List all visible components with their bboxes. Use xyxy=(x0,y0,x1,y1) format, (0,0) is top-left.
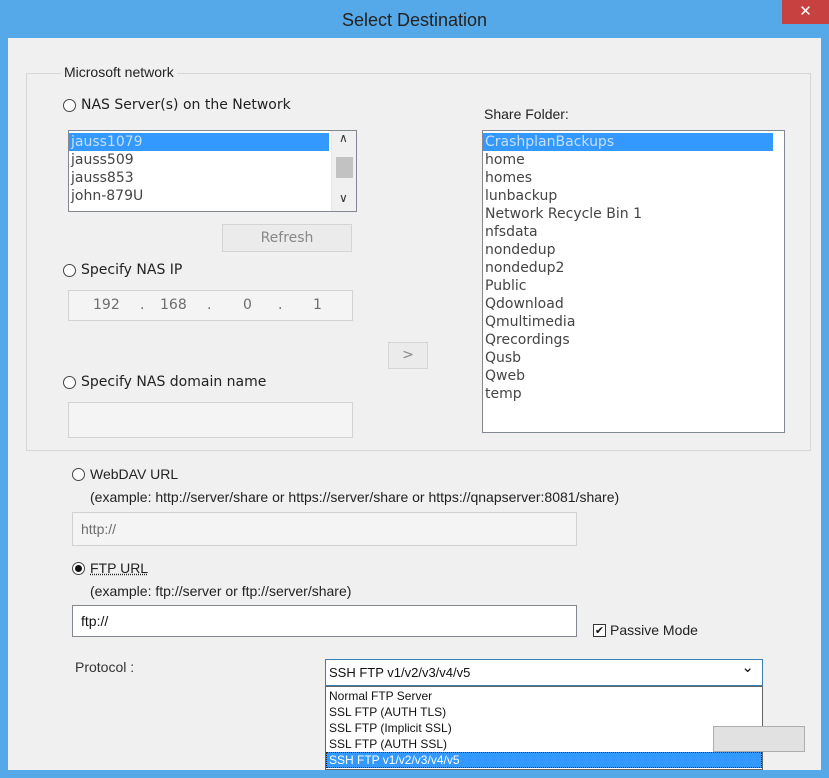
share-folder-item[interactable]: Qmultimedia xyxy=(483,313,773,331)
nas-servers-radio[interactable] xyxy=(63,99,76,112)
nas-server-item[interactable]: john-879U xyxy=(69,187,329,205)
ftp-label[interactable]: FTP URL xyxy=(90,560,148,576)
microsoft-network-label: Microsoft network xyxy=(61,64,177,80)
nas-server-items: jauss1079 jauss509 jauss853 john-879U xyxy=(69,133,329,205)
specify-ip-radio[interactable] xyxy=(63,264,76,277)
nas-domain-field[interactable] xyxy=(68,402,353,438)
nas-server-item[interactable]: jauss1079 xyxy=(69,133,329,151)
dialog-window: Select Destination ✕ Microsoft network N… xyxy=(0,0,829,778)
ip-octet-1: 192 xyxy=(93,297,120,313)
webdav-url-field[interactable]: http:// xyxy=(72,512,577,546)
share-folder-item[interactable]: Qweb xyxy=(483,367,773,385)
ip-octet-3: 0 xyxy=(243,297,252,313)
ip-octet-4: 1 xyxy=(313,297,322,313)
specify-domain-label[interactable]: Specify NAS domain name xyxy=(81,374,266,390)
share-folder-item[interactable]: Public xyxy=(483,277,773,295)
protocol-option[interactable]: SSH FTP v1/v2/v3/v4/v5 xyxy=(326,752,762,768)
share-folder-item[interactable]: Qusb xyxy=(483,349,773,367)
share-folder-label: Share Folder: xyxy=(484,106,569,122)
share-folder-items: CrashplanBackups home homes lunbackup Networ… xyxy=(483,133,773,403)
nas-server-list[interactable]: jauss1079 jauss509 jauss853 john-879U ∧ ∨ xyxy=(68,130,357,212)
scroll-up-icon[interactable]: ∧ xyxy=(339,131,348,145)
nas-server-item[interactable]: jauss853 xyxy=(69,169,329,187)
ip-octet-2: 168 xyxy=(160,297,187,313)
ok-button[interactable] xyxy=(713,726,805,752)
share-folder-item[interactable]: temp xyxy=(483,385,773,403)
ip-dot-3: . xyxy=(278,297,283,313)
protocol-option[interactable]: SSL FTP (AUTH TLS) xyxy=(326,704,762,720)
ip-dot-2: . xyxy=(207,297,212,313)
ftp-radio[interactable] xyxy=(72,562,85,575)
share-folder-item[interactable]: lunbackup xyxy=(483,187,773,205)
protocol-select[interactable]: SSH FTP v1/v2/v3/v4/v5 ⌄ xyxy=(325,659,763,686)
refresh-button[interactable]: Refresh xyxy=(222,224,352,252)
ip-dot-1: . xyxy=(140,297,145,313)
webdav-example: (example: http://server/share or https:/… xyxy=(90,489,620,505)
nas-server-scrollbar[interactable]: ∧ ∨ xyxy=(331,131,356,211)
window-title: Select Destination xyxy=(341,10,488,30)
protocol-options: Normal FTP Server SSL FTP (AUTH TLS) SSL F… xyxy=(326,688,762,768)
share-folder-item[interactable]: homes xyxy=(483,169,773,187)
share-folder-list[interactable]: CrashplanBackups home homes lunbackup Networ… xyxy=(482,130,785,433)
share-folder-item[interactable]: nfsdata xyxy=(483,223,773,241)
passive-mode-label[interactable]: Passive Mode xyxy=(610,622,698,638)
nas-ip-field[interactable]: 192 . 168 . 0 . 1 xyxy=(68,290,353,321)
dialog-body: Microsoft network NAS Server(s) on the N… xyxy=(8,38,821,770)
scroll-down-icon[interactable]: ∨ xyxy=(339,191,348,205)
add-share-arrow-button[interactable]: > xyxy=(388,342,428,369)
share-folder-item[interactable]: Qdownload xyxy=(483,295,773,313)
protocol-option[interactable]: Normal FTP Server xyxy=(326,688,762,704)
specify-domain-radio[interactable] xyxy=(63,376,76,389)
protocol-label: Protocol : xyxy=(75,659,135,675)
ftp-example: (example: ftp://server or ftp://server/s… xyxy=(90,583,352,599)
protocol-option[interactable]: SSL FTP (Implicit SSL) xyxy=(326,720,762,736)
share-folder-item[interactable]: CrashplanBackups xyxy=(483,133,773,151)
share-folder-item[interactable]: home xyxy=(483,151,773,169)
passive-mode-checkbox[interactable]: ✔ xyxy=(593,624,606,637)
webdav-label[interactable]: WebDAV URL xyxy=(90,466,178,482)
share-folder-item[interactable]: nondedup xyxy=(483,241,773,259)
nas-servers-label[interactable]: NAS Server(s) on the Network xyxy=(81,97,291,113)
title-bar[interactable]: Select Destination ✕ xyxy=(0,0,829,38)
close-button[interactable]: ✕ xyxy=(782,0,829,24)
protocol-option[interactable]: SSL FTP (AUTH SSL) xyxy=(326,736,762,752)
chevron-down-icon: ⌄ xyxy=(741,659,754,676)
nas-server-item[interactable]: jauss509 xyxy=(69,151,329,169)
specify-ip-label[interactable]: Specify NAS IP xyxy=(81,262,182,278)
scroll-thumb[interactable] xyxy=(336,157,353,178)
share-folder-item[interactable]: Qrecordings xyxy=(483,331,773,349)
protocol-dropdown-list[interactable]: Normal FTP Server SSL FTP (AUTH TLS) SSL F… xyxy=(325,686,763,770)
share-folder-item[interactable]: Network Recycle Bin 1 xyxy=(483,205,773,223)
protocol-selected-value: SSH FTP v1/v2/v3/v4/v5 xyxy=(329,665,471,680)
share-folder-item[interactable]: nondedup2 xyxy=(483,259,773,277)
ftp-url-field[interactable]: ftp:// xyxy=(72,605,577,637)
webdav-radio[interactable] xyxy=(72,468,85,481)
close-icon: ✕ xyxy=(799,2,812,20)
